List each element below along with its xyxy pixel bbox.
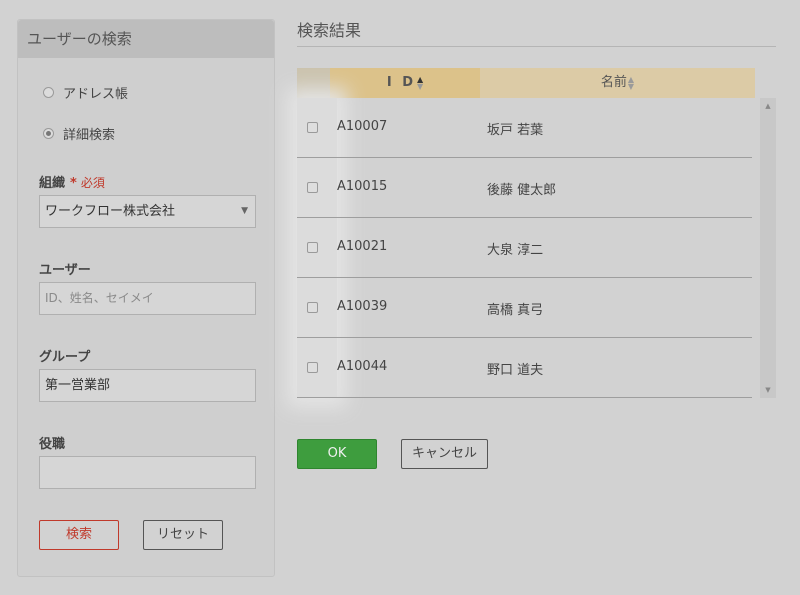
row-name: 坂戸 若葉 (487, 123, 544, 138)
title-divider (297, 46, 776, 47)
row-id: A10021 (337, 239, 388, 254)
row-checkbox[interactable] (307, 362, 318, 373)
row-id: A10039 (337, 299, 388, 314)
scroll-down-icon[interactable]: ▼ (760, 386, 776, 394)
table-row[interactable]: A10015 後藤 健太郎 (297, 158, 752, 218)
radio-icon[interactable] (43, 87, 54, 98)
search-button[interactable]: 検索 (39, 520, 119, 550)
row-name: 大泉 淳二 (487, 243, 544, 258)
row-name: 野口 道夫 (487, 363, 544, 378)
required-star: * (70, 176, 77, 191)
org-label: 組織 * 必須 (39, 172, 105, 191)
org-select-value: ワークフロー株式会社 (45, 204, 176, 219)
position-input[interactable] (39, 456, 256, 489)
reset-button[interactable]: リセット (143, 520, 223, 550)
group-label: グループ (39, 350, 91, 365)
row-checkbox[interactable] (307, 182, 318, 193)
chevron-down-icon[interactable]: ▼ (241, 196, 248, 227)
required-text: 必須 (80, 176, 105, 190)
row-checkbox[interactable] (307, 242, 318, 253)
row-checkbox[interactable] (307, 122, 318, 133)
row-name: 後藤 健太郎 (487, 183, 557, 198)
panel-title: ユーザーの検索 (18, 20, 274, 58)
sort-desc-icon[interactable]: ▼ (628, 82, 634, 90)
radio-selected-icon[interactable] (43, 128, 54, 139)
org-select[interactable]: ワークフロー株式会社 ▼ (39, 195, 256, 228)
results-title: 検索結果 (297, 21, 362, 40)
radio-detail-search[interactable]: 詳細検索 (43, 124, 115, 143)
search-panel: ユーザーの検索 アドレス帳 詳細検索 組織 * 必須 ワークフロー株式会社 ▼ ユー… (17, 19, 275, 577)
radio-label: アドレス帳 (63, 87, 129, 102)
header-checkbox-cell (297, 68, 330, 98)
ok-button[interactable]: OK (297, 439, 377, 469)
column-header-name[interactable]: 名前 ▲ ▼ (480, 68, 755, 98)
cancel-button[interactable]: キャンセル (401, 439, 488, 469)
row-id: A10007 (337, 119, 388, 134)
position-label: 役職 (39, 437, 66, 452)
org-label-text: 組織 (39, 176, 66, 191)
user-label: ユーザー (39, 263, 91, 278)
group-input[interactable]: 第一営業部 (39, 369, 256, 402)
scroll-up-icon[interactable]: ▲ (760, 102, 776, 110)
table-row[interactable]: A10007 坂戸 若葉 (297, 98, 752, 158)
table-row[interactable]: A10039 高橋 真弓 (297, 278, 752, 338)
user-search-input[interactable]: ID、姓名、セイメイ (39, 282, 256, 315)
table-header: I D ▲ ▼ 名前 ▲ ▼ (297, 68, 755, 98)
radio-address-book[interactable]: アドレス帳 (43, 83, 128, 102)
table-row[interactable]: A10021 大泉 淳二 (297, 218, 752, 278)
row-name: 高橋 真弓 (487, 303, 544, 318)
sort-desc-icon[interactable]: ▼ (417, 82, 423, 90)
table-row[interactable]: A10044 野口 道夫 (297, 338, 752, 398)
column-name-label: 名前 (600, 75, 627, 90)
row-id: A10044 (337, 359, 388, 374)
column-id-label: I D (386, 75, 416, 90)
radio-label: 詳細検索 (63, 128, 116, 143)
row-id: A10015 (337, 179, 388, 194)
results-scrollbar[interactable]: ▲ ▼ (760, 98, 776, 398)
column-header-id[interactable]: I D ▲ ▼ (330, 68, 480, 98)
row-checkbox[interactable] (307, 302, 318, 313)
